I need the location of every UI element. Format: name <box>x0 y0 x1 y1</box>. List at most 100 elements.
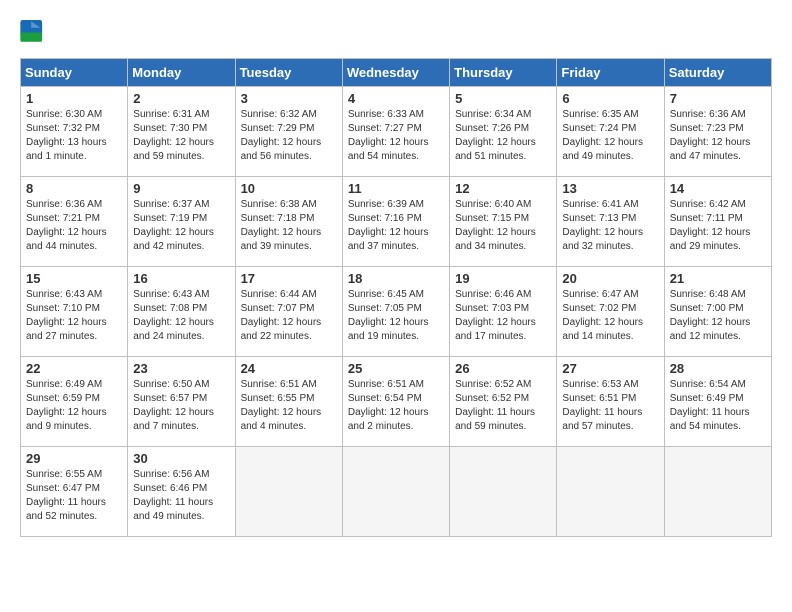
day-info: Sunrise: 6:32 AM Sunset: 7:29 PM Dayligh… <box>241 108 337 164</box>
calendar-cell: 24Sunrise: 6:51 AM Sunset: 6:55 PM Dayli… <box>235 357 342 447</box>
day-number: 3 <box>241 91 337 106</box>
day-info: Sunrise: 6:39 AM Sunset: 7:16 PM Dayligh… <box>348 198 444 254</box>
day-info: Sunrise: 6:43 AM Sunset: 7:10 PM Dayligh… <box>26 288 122 344</box>
day-number: 15 <box>26 271 122 286</box>
calendar-cell: 5 Sunrise: 6:34 AM Sunset: 7:26 PM Daylig… <box>450 87 557 177</box>
day-number: 12 <box>455 181 551 196</box>
calendar-cell: 28 Sunrise: 6:54 AM Sunset: 6:49 PM Dayli… <box>664 357 771 447</box>
day-number: 10 <box>241 181 337 196</box>
day-number: 16 <box>133 271 229 286</box>
day-number: 20 <box>562 271 658 286</box>
day-number: 18 <box>348 271 444 286</box>
day-info: Sunrise: 6:47 AM Sunset: 7:02 PM Dayligh… <box>562 288 658 344</box>
calendar-cell: 9 Sunrise: 6:37 AM Sunset: 7:19 PM Daylig… <box>128 177 235 267</box>
calendar-cell: 11 Sunrise: 6:39 AM Sunset: 7:16 PM Dayli… <box>342 177 449 267</box>
col-header-sunday: Sunday <box>21 59 128 87</box>
day-info: Sunrise: 6:31 AM Sunset: 7:30 PM Dayligh… <box>133 108 229 164</box>
col-header-monday: Monday <box>128 59 235 87</box>
day-info: Sunrise: 6:48 AM Sunset: 7:00 PM Dayligh… <box>670 288 766 344</box>
day-info: Sunrise: 6:56 AM Sunset: 6:46 PM Dayligh… <box>133 468 229 524</box>
day-number: 26 <box>455 361 551 376</box>
day-info: Sunrise: 6:43 AM Sunset: 7:08 PM Dayligh… <box>133 288 229 344</box>
col-header-thursday: Thursday <box>450 59 557 87</box>
day-info: Sunrise: 6:36 AM Sunset: 7:23 PM Dayligh… <box>670 108 766 164</box>
col-header-friday: Friday <box>557 59 664 87</box>
calendar-cell: 12 Sunrise: 6:40 AM Sunset: 7:15 PM Dayli… <box>450 177 557 267</box>
week-row-2: 8 Sunrise: 6:36 AM Sunset: 7:21 PM Daylig… <box>21 177 772 267</box>
calendar-cell: 23 Sunrise: 6:50 AM Sunset: 6:57 PM Dayli… <box>128 357 235 447</box>
day-info: Sunrise: 6:33 AM Sunset: 7:27 PM Dayligh… <box>348 108 444 164</box>
day-info: Sunrise: 6:54 AM Sunset: 6:49 PM Dayligh… <box>670 378 766 434</box>
day-info: Sunrise: 6:40 AM Sunset: 7:15 PM Dayligh… <box>455 198 551 254</box>
day-number: 23 <box>133 361 229 376</box>
day-info: Sunrise: 6:46 AM Sunset: 7:03 PM Dayligh… <box>455 288 551 344</box>
calendar-cell: 22Sunrise: 6:49 AM Sunset: 6:59 PM Dayli… <box>21 357 128 447</box>
day-info: Sunrise: 6:52 AM Sunset: 6:52 PM Dayligh… <box>455 378 551 434</box>
day-info: Sunrise: 6:50 AM Sunset: 6:57 PM Dayligh… <box>133 378 229 434</box>
calendar-cell: 7 Sunrise: 6:36 AM Sunset: 7:23 PM Daylig… <box>664 87 771 177</box>
calendar-cell: 4 Sunrise: 6:33 AM Sunset: 7:27 PM Daylig… <box>342 87 449 177</box>
day-info: Sunrise: 6:30 AM Sunset: 7:32 PM Dayligh… <box>26 108 122 164</box>
calendar-cell: 8 Sunrise: 6:36 AM Sunset: 7:21 PM Daylig… <box>21 177 128 267</box>
day-info: Sunrise: 6:41 AM Sunset: 7:13 PM Dayligh… <box>562 198 658 254</box>
col-header-tuesday: Tuesday <box>235 59 342 87</box>
day-info: Sunrise: 6:42 AM Sunset: 7:11 PM Dayligh… <box>670 198 766 254</box>
calendar-cell: 13 Sunrise: 6:41 AM Sunset: 7:13 PM Dayli… <box>557 177 664 267</box>
col-header-saturday: Saturday <box>664 59 771 87</box>
day-number: 7 <box>670 91 766 106</box>
day-number: 30 <box>133 451 229 466</box>
day-info: Sunrise: 6:35 AM Sunset: 7:24 PM Dayligh… <box>562 108 658 164</box>
calendar-cell: 3 Sunrise: 6:32 AM Sunset: 7:29 PM Daylig… <box>235 87 342 177</box>
day-number: 17 <box>241 271 337 286</box>
calendar-cell: 18 Sunrise: 6:45 AM Sunset: 7:05 PM Dayli… <box>342 267 449 357</box>
day-info: Sunrise: 6:37 AM Sunset: 7:19 PM Dayligh… <box>133 198 229 254</box>
day-number: 14 <box>670 181 766 196</box>
calendar-cell: 19 Sunrise: 6:46 AM Sunset: 7:03 PM Dayli… <box>450 267 557 357</box>
calendar-cell: 20 Sunrise: 6:47 AM Sunset: 7:02 PM Dayli… <box>557 267 664 357</box>
week-row-3: 15 Sunrise: 6:43 AM Sunset: 7:10 PM Dayli… <box>21 267 772 357</box>
calendar-cell <box>342 447 449 537</box>
calendar-cell: 26 Sunrise: 6:52 AM Sunset: 6:52 PM Dayli… <box>450 357 557 447</box>
day-number: 13 <box>562 181 658 196</box>
day-info: Sunrise: 6:51 AM Sunset: 6:55 PM Dayligh… <box>241 378 337 434</box>
calendar-cell: 2Sunrise: 6:31 AM Sunset: 7:30 PM Daylig… <box>128 87 235 177</box>
logo <box>20 20 48 48</box>
calendar-cell <box>664 447 771 537</box>
day-info: Sunrise: 6:36 AM Sunset: 7:21 PM Dayligh… <box>26 198 122 254</box>
week-row-4: 22Sunrise: 6:49 AM Sunset: 6:59 PM Dayli… <box>21 357 772 447</box>
calendar-cell <box>235 447 342 537</box>
calendar-cell: 21 Sunrise: 6:48 AM Sunset: 7:00 PM Dayli… <box>664 267 771 357</box>
week-row-1: 1 Sunrise: 6:30 AM Sunset: 7:32 PM Daylig… <box>21 87 772 177</box>
day-number: 28 <box>670 361 766 376</box>
day-info: Sunrise: 6:51 AM Sunset: 6:54 PM Dayligh… <box>348 378 444 434</box>
day-number: 8 <box>26 181 122 196</box>
calendar-cell: 25 Sunrise: 6:51 AM Sunset: 6:54 PM Dayli… <box>342 357 449 447</box>
calendar-cell: 10Sunrise: 6:38 AM Sunset: 7:18 PM Dayli… <box>235 177 342 267</box>
day-number: 27 <box>562 361 658 376</box>
day-number: 1 <box>26 91 122 106</box>
calendar-cell <box>450 447 557 537</box>
day-number: 22 <box>26 361 122 376</box>
col-header-wednesday: Wednesday <box>342 59 449 87</box>
day-number: 29 <box>26 451 122 466</box>
day-number: 21 <box>670 271 766 286</box>
day-number: 9 <box>133 181 229 196</box>
day-number: 11 <box>348 181 444 196</box>
calendar-cell: 1 Sunrise: 6:30 AM Sunset: 7:32 PM Daylig… <box>21 87 128 177</box>
calendar-cell: 30 Sunrise: 6:56 AM Sunset: 6:46 PM Dayli… <box>128 447 235 537</box>
day-number: 19 <box>455 271 551 286</box>
week-row-5: 29Sunrise: 6:55 AM Sunset: 6:47 PM Dayli… <box>21 447 772 537</box>
day-info: Sunrise: 6:45 AM Sunset: 7:05 PM Dayligh… <box>348 288 444 344</box>
calendar-cell: 29Sunrise: 6:55 AM Sunset: 6:47 PM Dayli… <box>21 447 128 537</box>
calendar-cell <box>557 447 664 537</box>
day-info: Sunrise: 6:34 AM Sunset: 7:26 PM Dayligh… <box>455 108 551 164</box>
calendar-cell: 17Sunrise: 6:44 AM Sunset: 7:07 PM Dayli… <box>235 267 342 357</box>
calendar-cell: 16 Sunrise: 6:43 AM Sunset: 7:08 PM Dayli… <box>128 267 235 357</box>
calendar-cell: 6Sunrise: 6:35 AM Sunset: 7:24 PM Daylig… <box>557 87 664 177</box>
day-number: 4 <box>348 91 444 106</box>
page-header <box>20 20 772 48</box>
day-number: 5 <box>455 91 551 106</box>
day-number: 25 <box>348 361 444 376</box>
calendar-cell: 15 Sunrise: 6:43 AM Sunset: 7:10 PM Dayli… <box>21 267 128 357</box>
day-info: Sunrise: 6:53 AM Sunset: 6:51 PM Dayligh… <box>562 378 658 434</box>
